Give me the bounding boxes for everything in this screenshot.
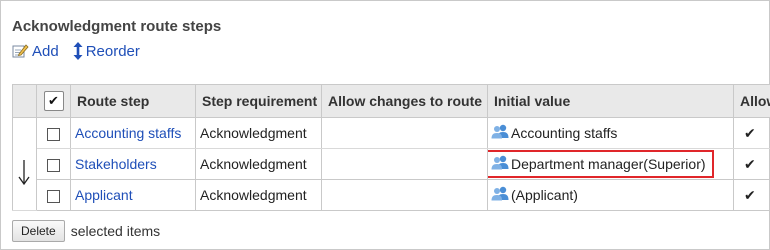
add-label: Add [32,42,59,60]
allow-changes-cell [321,179,488,211]
allow-changes-cell [321,148,488,180]
table-row: Stakeholders Acknowledgment Department m… [13,148,770,180]
toolbar: Add Reorder [12,42,140,60]
delete-button[interactable]: Delete [12,220,65,242]
route-steps-table: ✔ Route step Step requirement Allow chan… [12,84,770,211]
acknowledgment-route-panel: Acknowledgment route steps Add Reorder ✔… [0,0,770,250]
row-select-cell [36,148,71,180]
route-step-link[interactable]: Applicant [75,187,133,203]
add-button[interactable]: Add [12,42,59,60]
highlighted-initial-value: Department manager(Superior) [488,150,714,178]
route-step-cell: Accounting staffs [70,117,196,149]
user-group-icon [491,124,509,142]
allow-changes-header: Allow changes to route [321,84,488,118]
table-header-row: ✔ Route step Step requirement Allow chan… [12,84,770,118]
allow-check-cell: ✔ [733,148,770,180]
initial-value-cell: (Applicant) [487,179,734,211]
route-step-cell: Stakeholders [70,148,196,180]
initial-value-cell: Accounting staffs [487,117,734,149]
requirement-cell: Acknowledgment [195,117,322,149]
step-requirement-header: Step requirement [195,84,322,118]
selected-items-label: selected items [70,223,161,239]
allow-changes-cell [321,117,488,149]
route-step-header: Route step [70,84,196,118]
table-row: Applicant Acknowledgment (Applicant) ✔ [13,179,770,211]
user-group-icon [491,155,509,173]
order-header [12,84,37,118]
down-arrow-icon [18,159,30,186]
select-all-header: ✔ [36,84,71,118]
allow-header-truncated: Allow [733,84,770,118]
route-step-link[interactable]: Accounting staffs [75,125,181,141]
initial-value-cell: Department manager(Superior) [487,148,734,180]
requirement-cell: Acknowledgment [195,179,322,211]
allow-check-cell: ✔ [733,179,770,211]
row-select-cell [36,117,71,149]
allow-check-cell: ✔ [733,117,770,149]
reorder-button[interactable]: Reorder [73,42,140,60]
row-checkbox[interactable] [47,158,60,172]
user-group-icon [491,186,509,204]
row-checkbox[interactable] [47,127,60,141]
initial-value-text: Accounting staffs [511,125,618,141]
route-step-cell: Applicant [70,179,196,211]
section-title: Acknowledgment route steps [12,18,222,35]
select-all-checkbox[interactable]: ✔ [43,91,64,111]
row-select-cell [36,179,71,211]
reorder-label: Reorder [85,42,140,60]
up-down-arrow-icon [73,42,83,60]
route-step-link[interactable]: Stakeholders [75,156,157,172]
row-checkbox[interactable] [47,189,60,203]
table-row: Accounting staffs Acknowledgment Account… [12,117,770,211]
initial-value-text: Department manager(Superior) [511,156,706,172]
table-footer: Delete selected items [12,220,160,242]
initial-value-text: (Applicant) [511,187,578,203]
requirement-cell: Acknowledgment [195,148,322,180]
initial-value-header: Initial value [487,84,734,118]
edit-pencil-icon [12,43,29,59]
route-steps-table-wrap: ✔ Route step Step requirement Allow chan… [12,84,770,211]
